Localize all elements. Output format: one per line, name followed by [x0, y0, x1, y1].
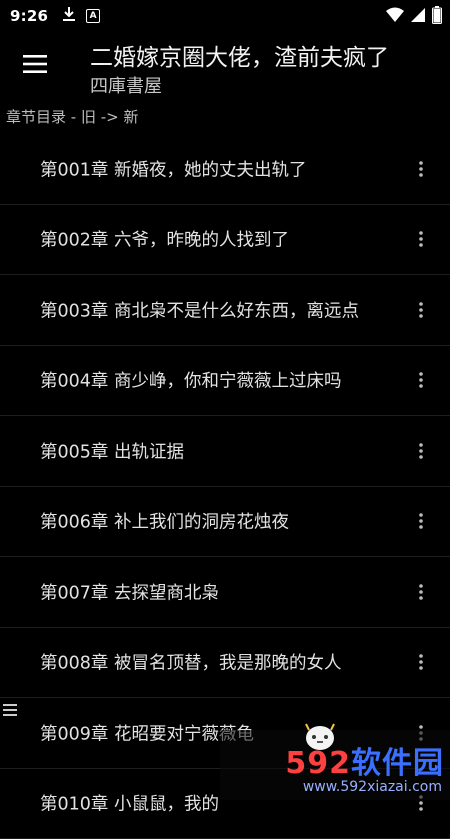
chapter-title: 第006章 补上我们的洞房花烛夜 [40, 509, 289, 534]
more-options-button[interactable] [414, 581, 428, 603]
chapter-row[interactable]: 第001章 新婚夜，她的丈夫出轨了 [0, 134, 450, 205]
more-options-button[interactable] [414, 510, 428, 532]
chapter-title: 第004章 商少峥，你和宁薇薇上过床吗 [40, 368, 341, 393]
more-options-button[interactable] [414, 440, 428, 462]
more-options-button[interactable] [414, 158, 428, 180]
chapter-row[interactable]: 第008章 被冒名顶替，我是那晚的女人 [0, 628, 450, 699]
status-time: 9:26 [10, 7, 48, 25]
status-bar: 9:26 A [0, 0, 450, 32]
more-vert-icon [419, 231, 423, 247]
app-bar: 二婚嫁京圈大佬，渣前夫疯了 四庫書屋 [0, 32, 450, 102]
more-options-button[interactable] [414, 228, 428, 250]
chapter-row[interactable]: 第002章 六爷，昨晚的人找到了 [0, 205, 450, 276]
more-vert-icon [419, 513, 423, 529]
more-options-button[interactable] [414, 299, 428, 321]
signal-icon [410, 7, 426, 27]
chapter-row[interactable]: 第006章 补上我们的洞房花烛夜 [0, 487, 450, 558]
wifi-icon [386, 7, 404, 27]
chapter-title: 第001章 新婚夜，她的丈夫出轨了 [40, 156, 306, 181]
chapter-list-header: 章节目录 - 旧 -> 新 [6, 106, 138, 127]
status-notification-icons: A [62, 6, 100, 26]
chapter-title: 第008章 被冒名顶替，我是那晚的女人 [40, 650, 341, 675]
more-options-button[interactable] [414, 651, 428, 673]
more-options-button[interactable] [414, 369, 428, 391]
chapter-title: 第010章 小鼠鼠，我的 [40, 791, 219, 816]
chapter-title: 第003章 商北枭不是什么好东西，离远点 [40, 297, 359, 322]
book-source: 四庫書屋 [90, 72, 162, 98]
more-vert-icon [419, 161, 423, 177]
chapter-title: 第002章 六爷，昨晚的人找到了 [40, 227, 289, 252]
chapter-title: 第005章 出轨证据 [40, 438, 184, 463]
watermark-url: www.592xiazai.com [303, 779, 442, 795]
watermark-logo-number: 592 [285, 746, 351, 781]
watermark-overlay: 592软件园 www.592xiazai.com [220, 730, 450, 800]
status-system-icons [386, 6, 442, 28]
watermark-logo: 592软件园 [285, 738, 444, 782]
more-vert-icon [419, 302, 423, 318]
chapter-row[interactable]: 第003章 商北枭不是什么好东西，离远点 [0, 275, 450, 346]
more-vert-icon [419, 443, 423, 459]
hamburger-menu-icon [23, 55, 47, 77]
more-vert-icon [419, 584, 423, 600]
book-title: 二婚嫁京圈大佬，渣前夫疯了 [90, 38, 389, 72]
a-badge-icon: A [86, 9, 100, 23]
chapter-row[interactable]: 第007章 去探望商北枭 [0, 557, 450, 628]
list-handle-icon [3, 701, 17, 720]
menu-button[interactable] [18, 49, 52, 83]
chapter-row[interactable]: 第004章 商少峥，你和宁薇薇上过床吗 [0, 346, 450, 417]
download-icon [62, 6, 76, 26]
more-vert-icon [419, 372, 423, 388]
watermark-logo-text: 软件园 [351, 746, 444, 781]
battery-icon [432, 6, 442, 28]
chapter-row[interactable]: 第005章 出轨证据 [0, 416, 450, 487]
chapter-title: 第007章 去探望商北枭 [40, 579, 219, 604]
side-drawer-handle[interactable] [2, 702, 18, 718]
more-vert-icon [419, 654, 423, 670]
